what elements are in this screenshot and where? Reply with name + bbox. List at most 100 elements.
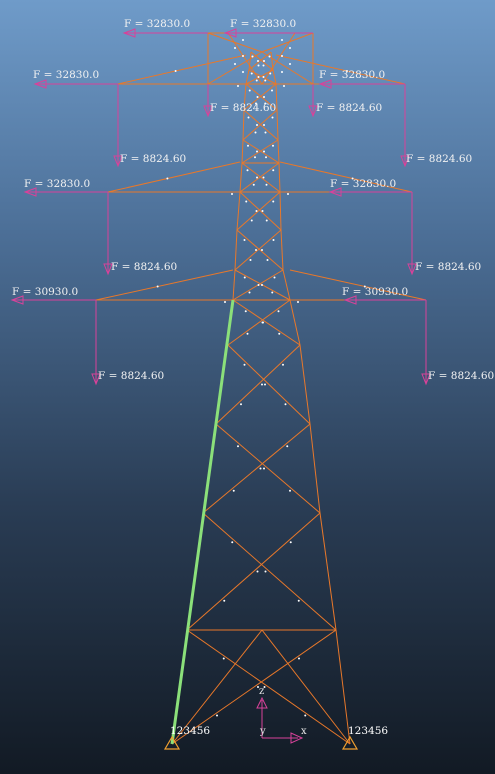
tower-member[interactable] xyxy=(277,139,280,164)
load-label-arm1-left-horizontal: F = 32830.0 xyxy=(33,69,99,81)
node-marker xyxy=(261,383,263,386)
load-label-peak-left-vertical: F = 8824.60 xyxy=(210,102,276,114)
diagonal-brace[interactable] xyxy=(186,629,351,745)
node-marker xyxy=(223,599,226,602)
tower-member[interactable] xyxy=(279,191,282,231)
node-marker xyxy=(262,64,265,67)
node-marker xyxy=(242,39,244,41)
diagonal-brace[interactable] xyxy=(243,109,279,141)
tower-model[interactable]: F = 32830.0 F = 32830.0 F = 32830.0 F = … xyxy=(0,0,495,774)
tower-member[interactable] xyxy=(319,512,337,631)
diagonal-brace[interactable] xyxy=(215,344,301,425)
diagonal-brace[interactable] xyxy=(242,109,278,141)
node-marker xyxy=(272,239,275,241)
tower-member[interactable] xyxy=(278,162,281,193)
diagonal-brace[interactable] xyxy=(232,299,301,346)
x-axis-label: x xyxy=(301,726,307,737)
support-right-label: 123456 xyxy=(348,725,388,737)
node-marker xyxy=(263,124,265,126)
node-marker xyxy=(256,176,258,179)
node-marker xyxy=(166,177,169,180)
tower-member[interactable] xyxy=(272,69,277,85)
node-marker xyxy=(254,156,256,159)
node-marker xyxy=(272,169,275,172)
load-label-arm3-right-horizontal: F = 30930.0 xyxy=(342,286,408,298)
tower-member[interactable] xyxy=(282,269,291,301)
diagonal-brace[interactable] xyxy=(242,139,280,164)
tower-member[interactable] xyxy=(241,139,244,164)
node-marker xyxy=(257,60,259,62)
node-marker xyxy=(281,55,283,57)
node-marker xyxy=(240,403,242,406)
load-label-peak-right-vertical: F = 8824.60 xyxy=(316,102,382,114)
diagonal-brace[interactable] xyxy=(248,51,272,71)
node-marker xyxy=(264,79,267,82)
tower-members[interactable] xyxy=(95,32,427,745)
cross-arm-top-chord[interactable] xyxy=(117,54,247,85)
node-marker xyxy=(237,85,239,87)
tower-member[interactable] xyxy=(280,229,284,271)
tower-member[interactable] xyxy=(232,269,236,301)
node-marker xyxy=(286,445,289,448)
tower-member[interactable] xyxy=(242,109,245,141)
node-marker xyxy=(304,714,307,717)
node-marker xyxy=(263,96,265,98)
diagonal-brace[interactable] xyxy=(186,512,321,631)
node-marker xyxy=(265,183,268,186)
diagonal-brace[interactable] xyxy=(202,512,337,631)
node-marker xyxy=(243,239,246,241)
model-viewport[interactable]: F = 32830.0 F = 32830.0 F = 32830.0 F = … xyxy=(0,0,495,774)
peak-brace[interactable] xyxy=(261,32,314,53)
peak-brace[interactable] xyxy=(227,32,263,85)
peak-brace[interactable] xyxy=(207,32,263,53)
diagonal-brace[interactable] xyxy=(241,139,279,164)
diagonal-brace[interactable] xyxy=(227,299,291,346)
tower-member[interactable] xyxy=(234,229,238,271)
load-label-arm1-right-horizontal: F = 32830.0 xyxy=(319,69,385,81)
node-marker xyxy=(287,193,289,195)
selected-member[interactable] xyxy=(170,299,235,745)
node-marker xyxy=(297,599,300,602)
peak-brace[interactable] xyxy=(207,51,263,85)
node-marker xyxy=(278,332,281,335)
node-marker xyxy=(289,489,291,492)
diagonal-brace[interactable] xyxy=(250,51,274,71)
support-left-label: 123456 xyxy=(170,725,210,737)
node-marker xyxy=(272,200,275,203)
node-marker xyxy=(273,276,276,279)
node-marker xyxy=(247,116,250,119)
diagonal-brace[interactable] xyxy=(236,229,284,271)
diagonal-brace[interactable] xyxy=(202,423,311,514)
cross-arm-top-chord[interactable] xyxy=(107,161,241,193)
tower-member[interactable] xyxy=(289,299,301,346)
node-marker xyxy=(281,71,283,73)
tower-member[interactable] xyxy=(239,162,243,193)
diagonal-brace[interactable] xyxy=(234,229,282,271)
cross-arm-top-chord[interactable] xyxy=(95,269,234,301)
diagonal-brace[interactable] xyxy=(239,162,280,193)
node-marker xyxy=(263,150,265,153)
load-label-top-left: F = 32830.0 xyxy=(124,18,190,30)
diagonal-brace[interactable] xyxy=(236,191,281,231)
node-marker xyxy=(243,363,246,366)
diagonal-brace[interactable] xyxy=(227,344,311,425)
node-marker xyxy=(268,55,271,58)
node-marker xyxy=(242,71,244,73)
node-marker xyxy=(261,284,263,286)
diagonal-brace[interactable] xyxy=(215,423,321,514)
tower-member[interactable] xyxy=(245,69,250,85)
node-marker xyxy=(242,55,244,57)
node-marker xyxy=(272,144,274,147)
diagonal-brace[interactable] xyxy=(239,191,282,231)
tower-member[interactable] xyxy=(299,344,311,425)
node-marker xyxy=(281,39,283,41)
node-marker xyxy=(246,332,249,335)
diagonal-brace[interactable] xyxy=(241,162,281,193)
tower-member[interactable] xyxy=(276,109,279,141)
tower-member[interactable] xyxy=(236,191,241,231)
node-marker xyxy=(289,47,291,49)
node-marker xyxy=(261,321,264,324)
node-marker xyxy=(231,193,233,195)
node-marker xyxy=(252,183,255,186)
tower-member[interactable] xyxy=(309,423,321,514)
